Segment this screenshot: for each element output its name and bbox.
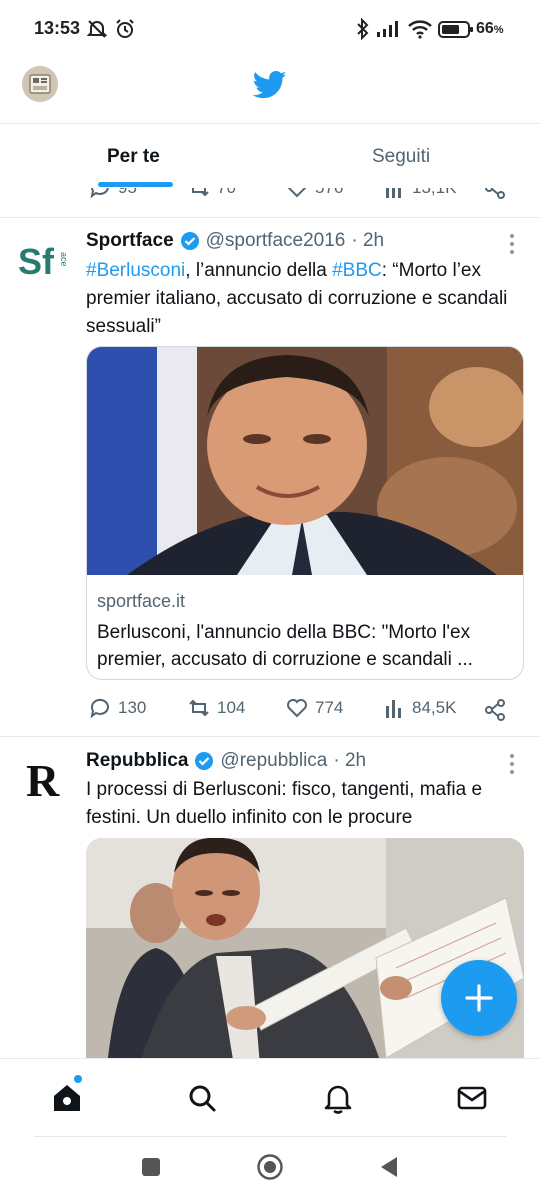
more-options-icon[interactable] bbox=[508, 754, 516, 778]
heart-icon bbox=[287, 188, 307, 198]
partial-tweet-actions: 95 70 576 13,1K bbox=[0, 188, 540, 206]
hashtag-bbc[interactable]: #BBC bbox=[332, 260, 382, 281]
bottom-navigation bbox=[0, 1058, 540, 1136]
battery-percent: 66% bbox=[476, 20, 504, 37]
status-bar: 13:53 66% bbox=[0, 0, 540, 60]
author-handle[interactable]: @repubblica bbox=[220, 750, 327, 772]
card-domain: sportface.it bbox=[97, 591, 186, 611]
verified-badge-icon bbox=[195, 752, 214, 770]
author-name[interactable]: Sportface bbox=[86, 230, 174, 252]
home-circle-icon[interactable] bbox=[256, 1153, 284, 1181]
views-icon bbox=[386, 700, 401, 718]
like-button[interactable]: 774 bbox=[285, 696, 343, 720]
retweet-icon bbox=[192, 188, 209, 197]
battery-icon bbox=[438, 21, 473, 38]
retweet-count: 70 bbox=[217, 188, 236, 198]
views-button[interactable]: 13,1K bbox=[384, 188, 456, 200]
author-name[interactable]: Repubblica bbox=[86, 750, 188, 772]
mute-icon bbox=[86, 20, 108, 38]
svg-text:ace: ace bbox=[59, 252, 68, 267]
tweet-text: I processi di Berlusconi: fisco, tangent… bbox=[86, 779, 483, 828]
reply-count: 130 bbox=[118, 698, 147, 717]
sportface-logo[interactable]: Sf ace bbox=[18, 234, 69, 284]
avatar-image bbox=[22, 66, 58, 102]
card-image bbox=[87, 347, 523, 575]
bluetooth-icon bbox=[357, 18, 369, 40]
tweet-text-part: , l’annuncio della bbox=[185, 260, 333, 281]
hashtag-berlusconi[interactable]: #Berlusconi bbox=[86, 260, 185, 281]
sportface-logo-mark: Sf ace bbox=[18, 241, 69, 282]
reply-button[interactable]: 95 bbox=[88, 188, 137, 200]
like-count: 774 bbox=[315, 698, 344, 717]
tweet-header: Repubblica @repubblica · 2h bbox=[86, 750, 366, 772]
more-options-icon[interactable] bbox=[508, 234, 516, 258]
avatar[interactable] bbox=[22, 66, 58, 102]
link-card[interactable]: sportface.it Berlusconi, l'annuncio dell… bbox=[86, 346, 524, 680]
views-count: 13,1K bbox=[412, 188, 456, 198]
tweet-separator bbox=[0, 217, 540, 218]
share-icon[interactable] bbox=[484, 188, 506, 200]
like-count: 576 bbox=[315, 188, 343, 198]
tweet-header: Sportface @sportface2016 · 2h bbox=[86, 230, 384, 252]
plus-icon bbox=[465, 984, 493, 1012]
tab-active-indicator bbox=[98, 182, 173, 187]
home-icon[interactable] bbox=[50, 1081, 84, 1115]
share-icon[interactable] bbox=[484, 698, 506, 722]
retweet-button[interactable]: 104 bbox=[187, 696, 245, 720]
tab-bar: Per te Seguiti bbox=[0, 124, 540, 188]
views-button[interactable]: 84,5K bbox=[384, 696, 456, 720]
repubblica-logo-mark: R bbox=[26, 755, 60, 806]
tweet-actions: 130 104 774 84,5K bbox=[0, 696, 540, 726]
alarm-icon bbox=[116, 19, 134, 38]
twitter-bird-icon[interactable] bbox=[253, 70, 287, 100]
mail-icon[interactable] bbox=[455, 1081, 489, 1115]
tweet-separator bbox=[0, 736, 540, 737]
status-time: 13:53 bbox=[34, 18, 81, 38]
back-triangle-icon[interactable] bbox=[378, 1155, 400, 1179]
reply-icon bbox=[90, 698, 109, 719]
retweet-icon bbox=[189, 699, 209, 717]
system-nav-separator bbox=[34, 1136, 506, 1137]
svg-text:R: R bbox=[26, 755, 60, 804]
tweet-time: · 2h bbox=[333, 750, 367, 771]
views-count: 84,5K bbox=[412, 698, 457, 717]
card-photo bbox=[87, 347, 523, 575]
like-button[interactable]: 576 bbox=[285, 188, 343, 200]
tab-per-te[interactable]: Per te bbox=[107, 146, 160, 168]
retweet-button[interactable]: 70 bbox=[187, 188, 236, 200]
tweet-time: · 2h bbox=[351, 230, 385, 251]
author-handle[interactable]: @sportface2016 bbox=[206, 230, 346, 252]
recents-square-icon[interactable] bbox=[140, 1156, 162, 1178]
home-notification-dot bbox=[74, 1075, 82, 1083]
tweet-text: #Berlusconi, l’annuncio della #BBC: “Mor… bbox=[86, 257, 516, 341]
svg-text:Sf: Sf bbox=[18, 241, 55, 282]
timeline-feed[interactable]: 95 70 576 13,1K Sf ace Sportface @sportf… bbox=[0, 188, 540, 1060]
reply-icon bbox=[90, 188, 109, 199]
repubblica-logo[interactable]: R bbox=[18, 754, 68, 806]
retweet-count: 104 bbox=[217, 698, 246, 717]
search-icon[interactable] bbox=[185, 1081, 219, 1115]
signal-icon bbox=[377, 21, 398, 37]
compose-tweet-button[interactable] bbox=[441, 960, 517, 1036]
system-navigation bbox=[0, 1136, 540, 1200]
reply-button[interactable]: 130 bbox=[88, 696, 146, 720]
heart-icon bbox=[287, 699, 307, 718]
wifi-icon bbox=[408, 20, 432, 39]
verified-badge-icon bbox=[180, 232, 199, 250]
top-bar bbox=[0, 60, 540, 124]
card-title: Berlusconi, l'annuncio della BBC: "Morto… bbox=[97, 622, 473, 670]
bell-icon[interactable] bbox=[321, 1081, 355, 1115]
views-icon bbox=[386, 188, 401, 198]
reply-count: 95 bbox=[118, 188, 137, 198]
tab-seguiti[interactable]: Seguiti bbox=[372, 146, 430, 168]
